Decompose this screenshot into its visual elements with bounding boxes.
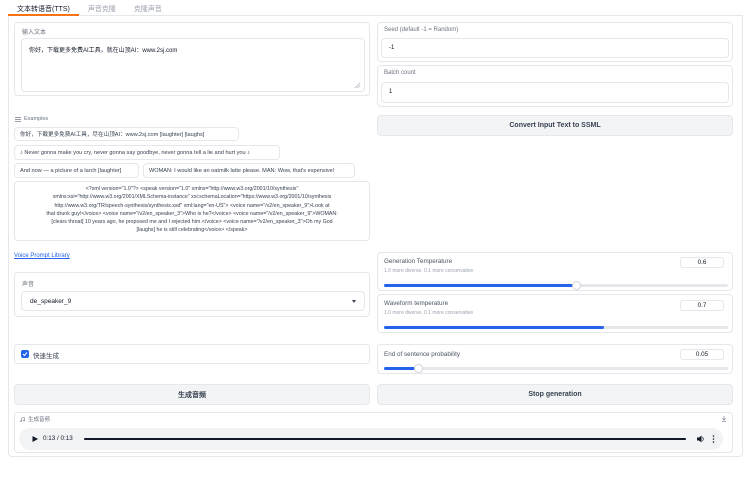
gen-temp-info: 1.0 more diverse, 0.1 more conservative bbox=[384, 268, 474, 274]
gen-temp-panel: Generation Temperature 1.0 more diverse,… bbox=[377, 252, 733, 291]
input-text-label: 输入文本 bbox=[22, 30, 47, 36]
check-icon bbox=[22, 352, 28, 357]
generate-audio-button[interactable]: 生成音频 bbox=[14, 384, 370, 405]
input-text-field[interactable]: 你好，下载更多免费AI工具，就在山顶AI：www.2sj.com bbox=[21, 38, 365, 92]
example-ssml-item[interactable]: <?xml version="1.0"?> <speak version="1.… bbox=[14, 181, 370, 241]
voice-panel: 声音 de_speaker_9 bbox=[14, 272, 370, 317]
seed-label: Seed (default -1 = Random) bbox=[384, 27, 459, 33]
download-icon[interactable] bbox=[721, 416, 727, 422]
wave-temp-slider[interactable] bbox=[384, 326, 728, 329]
audio-progress-bar[interactable] bbox=[84, 437, 686, 440]
gen-temp-number[interactable]: 0.6 bbox=[680, 257, 724, 268]
audio-player[interactable]: 0:13 / 0:13 bbox=[19, 428, 723, 450]
gen-temp-fill bbox=[384, 284, 577, 287]
examples-title: Examples bbox=[24, 116, 49, 122]
example-item[interactable]: 你好，下载更多免费AI工具，尽在山顶AI：www.2sj.com [laught… bbox=[14, 127, 239, 141]
ssml-line: <?xml version="1.0"?> <speak version="1.… bbox=[85, 186, 299, 192]
tab-cloned-voice[interactable]: 克隆声音 bbox=[125, 0, 171, 16]
example-item[interactable]: WOMAN: I would like an oatmilk latte ple… bbox=[143, 163, 355, 178]
quick-gen-panel: 快速生成 bbox=[14, 344, 370, 364]
batch-panel: Batch count 1 bbox=[377, 65, 733, 107]
wave-temp-panel: Waveform temperature 1.0 more diverse, 0… bbox=[377, 294, 733, 333]
eos-number[interactable]: 0.05 bbox=[680, 349, 724, 360]
eos-slider[interactable] bbox=[384, 364, 728, 373]
ssml-line: http://www.w3.org/TR/speech-synthesis/sy… bbox=[54, 202, 330, 209]
audio-progress-fill bbox=[84, 437, 686, 440]
audio-time: 0:13 / 0:13 bbox=[43, 435, 73, 442]
ssml-line: xmlns:xsi="http://www.w3.org/2001/XMLSch… bbox=[52, 194, 332, 201]
quick-gen-checkbox[interactable] bbox=[21, 350, 29, 358]
example-item[interactable]: ♪ Never gonna make you cry, never gonna … bbox=[14, 145, 280, 160]
audio-label-text: 生成音频 bbox=[28, 417, 51, 423]
batch-label: Batch count bbox=[384, 70, 416, 76]
volume-icon[interactable] bbox=[697, 435, 705, 443]
gen-temp-title: Generation Temperature bbox=[384, 258, 453, 265]
eos-title: End of sentence probability bbox=[384, 351, 460, 358]
audio-output-panel: 生成音频 0:13 / 0:13 bbox=[14, 412, 733, 453]
seed-panel: Seed (default -1 = Random) -1 bbox=[377, 22, 733, 62]
examples-header: Examples bbox=[15, 116, 48, 122]
gen-temp-slider[interactable] bbox=[384, 281, 728, 290]
play-icon[interactable] bbox=[32, 436, 38, 442]
eos-panel: End of sentence probability 0.05 bbox=[377, 344, 733, 374]
wave-temp-title: Waveform temperature bbox=[384, 300, 449, 307]
eos-thumb[interactable] bbox=[413, 364, 423, 373]
tab-bar: 文本转语音(TTS) 声音克隆 克隆声音 bbox=[8, 0, 743, 16]
more-options-icon[interactable] bbox=[712, 435, 715, 443]
stop-generation-button[interactable]: Stop generation bbox=[377, 384, 733, 405]
wave-temp-info: 1.0 more diverse, 0.1 more conservative bbox=[384, 310, 474, 316]
tab-voice-clone[interactable]: 声音克隆 bbox=[79, 0, 125, 16]
list-icon bbox=[15, 116, 21, 122]
seed-input[interactable]: -1 bbox=[381, 38, 729, 58]
voice-select-value: de_speaker_9 bbox=[30, 297, 72, 305]
chevron-down-icon bbox=[352, 299, 356, 303]
resize-handle-icon[interactable] bbox=[354, 82, 360, 88]
audio-label: 生成音频 bbox=[20, 415, 50, 423]
ssml-line: [clears throat] 10 years ago, he propose… bbox=[51, 219, 333, 226]
example-item[interactable]: And now — a picture of a larch [laughter… bbox=[14, 163, 139, 178]
input-text-panel: 输入文本 你好，下载更多免费AI工具，就在山顶AI：www.2sj.com bbox=[14, 22, 370, 96]
music-note-icon bbox=[20, 416, 25, 422]
gen-temp-thumb[interactable] bbox=[572, 281, 582, 290]
voice-label: 声音 bbox=[22, 282, 35, 288]
ssml-line: that drunk guy!</voice> <voice name="/v2… bbox=[46, 210, 338, 217]
convert-ssml-button[interactable]: Convert Input Text to SSML bbox=[377, 115, 733, 136]
voice-prompt-library-link[interactable]: Voice Prompt Library bbox=[14, 253, 70, 259]
input-text-value: 你好，下载更多免费AI工具，就在山顶AI：www.2sj.com bbox=[29, 48, 178, 54]
wave-temp-fill bbox=[384, 326, 605, 329]
wave-temp-number[interactable]: 0.7 bbox=[680, 300, 724, 311]
voice-select[interactable]: de_speaker_9 bbox=[21, 291, 365, 311]
tab-tts[interactable]: 文本转语音(TTS) bbox=[8, 0, 79, 16]
quick-gen-label: 快速生成 bbox=[33, 353, 59, 360]
batch-input[interactable]: 1 bbox=[381, 82, 729, 103]
ssml-line: [laughs] he is still celebrating</voice>… bbox=[136, 227, 248, 234]
